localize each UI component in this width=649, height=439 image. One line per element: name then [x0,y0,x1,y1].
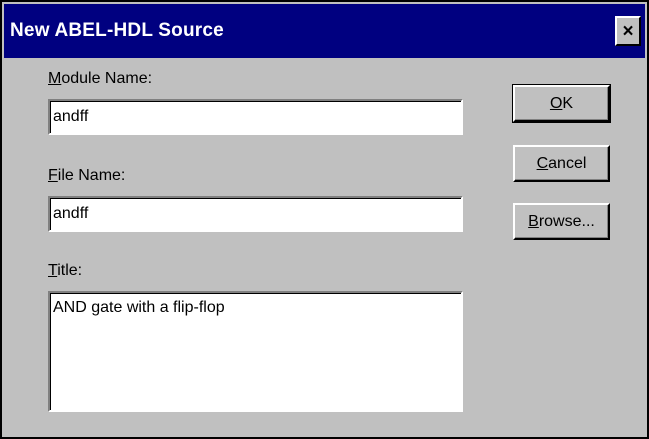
title-label: Title: [48,262,82,280]
file-name-input[interactable] [53,198,458,230]
new-abel-hdl-source-dialog: New ABEL-HDL Source × Module Name: File … [0,0,649,439]
file-name-field[interactable] [48,196,463,232]
browse-label: rowse... [538,212,595,230]
title-label-text: itle: [57,262,83,279]
ok-button[interactable]: OK [512,84,611,123]
file-name-label: File Name: [48,167,125,185]
module-name-field[interactable] [48,99,463,135]
module-name-mnemonic: M [48,70,62,87]
window-title: New ABEL-HDL Source [10,20,224,41]
cancel-label: ancel [548,154,587,172]
file-name-mnemonic: F [48,167,58,184]
title-field[interactable]: AND gate with a flip-flop [48,291,463,412]
close-button[interactable]: × [615,16,641,46]
browse-mnemonic: B [528,212,539,230]
module-name-input[interactable] [53,101,458,133]
module-name-label-text: odule Name: [61,70,153,87]
cancel-mnemonic: C [536,154,549,172]
title-mnemonic: T [48,262,58,279]
browse-button[interactable]: Browse... [513,203,610,240]
ok-label: K [562,94,574,112]
title-textarea[interactable]: AND gate with a flip-flop [53,299,458,410]
close-icon: × [622,20,634,42]
title-bar[interactable]: New ABEL-HDL Source × [4,4,645,58]
cancel-button[interactable]: Cancel [513,145,610,182]
file-name-label-text: ile Name: [57,167,126,184]
module-name-label: Module Name: [48,70,152,88]
ok-mnemonic: O [549,94,563,112]
